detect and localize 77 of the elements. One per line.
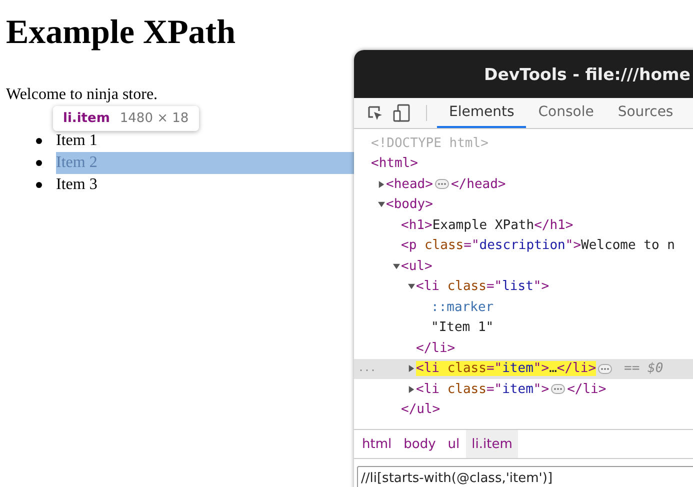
window-title: DevTools - file:///home <box>484 64 690 84</box>
code-text: "> <box>533 279 550 294</box>
tab[interactable]: Console <box>526 98 606 128</box>
selected-node-row[interactable]: ... <li class="item">…</li> == $0 <box>354 358 693 379</box>
code-text: </h1> <box>534 218 574 233</box>
code-text: </li> <box>567 382 606 397</box>
code-text: </li> <box>416 340 456 356</box>
node-row[interactable]: <li class="list"> <box>354 276 693 297</box>
node-row[interactable]: <p class="description">Welcome to n <box>354 236 693 256</box>
breadcrumb[interactable]: ul <box>442 430 466 458</box>
list-item: Item 1 <box>56 131 98 151</box>
expanded-triangle-icon[interactable] <box>392 262 400 270</box>
gutter-text: ... <box>358 363 376 374</box>
bullet-icon <box>36 182 42 188</box>
code-text: </li> <box>556 361 596 376</box>
code-text: =" <box>464 238 480 254</box>
tab[interactable]: Elements <box>437 98 526 128</box>
bullet-icon <box>36 160 42 166</box>
node-row[interactable]: ::marker <box>354 297 693 318</box>
code-text: <html> <box>371 156 418 172</box>
expanded-triangle-icon[interactable] <box>378 201 384 208</box>
highlighted-list-item: Item 2 <box>56 152 356 174</box>
code-text: Welcome to n <box>581 238 675 254</box>
breadcrumb[interactable]: body <box>398 430 442 458</box>
node-row[interactable]: <head> </head> <box>354 174 693 194</box>
bullet-icon <box>36 138 42 144</box>
tooltip-size: 1480 × 18 <box>120 111 189 126</box>
code-text: <li <box>416 279 440 294</box>
breadcrumb[interactable]: li.item <box>466 430 518 458</box>
collapsed-triangle-icon[interactable] <box>408 365 414 372</box>
code-text: <!DOCTYPE html> <box>371 136 488 151</box>
code-text: <p <box>401 238 418 254</box>
code-text: description <box>479 238 566 254</box>
node-row[interactable]: <html> <box>354 154 693 174</box>
tab[interactable]: Sources <box>606 98 686 128</box>
collapsed-triangle-icon[interactable] <box>408 386 414 393</box>
ellipsis-icon[interactable] <box>434 179 449 190</box>
code-text: "Item 1" <box>431 320 494 336</box>
node-reference-text: == $0 <box>624 361 664 376</box>
code-text: <ul> <box>401 258 432 274</box>
code-text: "> <box>533 361 550 376</box>
ellipsis-icon[interactable] <box>551 384 566 394</box>
code-text: class <box>447 361 486 376</box>
expanded-triangle-icon[interactable] <box>408 283 414 290</box>
code-text: "> <box>565 238 582 254</box>
code-text: <body> <box>386 197 433 212</box>
code-text: </head> <box>450 176 506 192</box>
code-text: <li <box>416 361 448 376</box>
page-heading: Example XPath <box>6 13 236 53</box>
code-text: class <box>447 382 486 397</box>
code-text: item <box>502 382 534 397</box>
code-text: Example XPath <box>432 218 534 233</box>
search-field[interactable]: //li[starts-with(@class,'item')] <box>357 466 693 487</box>
code-text: … <box>549 361 557 376</box>
collapsed-triangle-icon[interactable] <box>378 180 384 188</box>
code-text: class <box>424 238 464 254</box>
code-text: </ul> <box>401 402 440 418</box>
node-row[interactable]: <h1>Example XPath</h1> <box>354 215 693 236</box>
list-item: Item 3 <box>56 175 98 195</box>
code-text: ::marker <box>431 300 494 315</box>
code-text: =" <box>486 279 502 294</box>
code-text: item <box>502 361 534 376</box>
code-text: class <box>447 279 486 294</box>
code-text: =" <box>486 382 502 397</box>
code-text: "> <box>533 382 550 397</box>
code-text: =" <box>486 361 502 376</box>
breadcrumb[interactable]: html <box>356 430 398 458</box>
node-row[interactable]: <ul> <box>354 256 693 276</box>
tooltip-selector: li.item <box>63 111 110 126</box>
code-text: <h1> <box>401 218 432 233</box>
description-text: Welcome to ninja store. <box>6 85 158 105</box>
node-row[interactable]: "Item 1" <box>354 318 693 338</box>
code-text: <li <box>416 382 440 397</box>
node-row[interactable]: <body> <box>354 194 693 215</box>
node-row[interactable]: <li class="item"> </li> <box>354 379 693 400</box>
code-text: list <box>502 279 534 294</box>
code-text: <head> <box>386 176 433 192</box>
